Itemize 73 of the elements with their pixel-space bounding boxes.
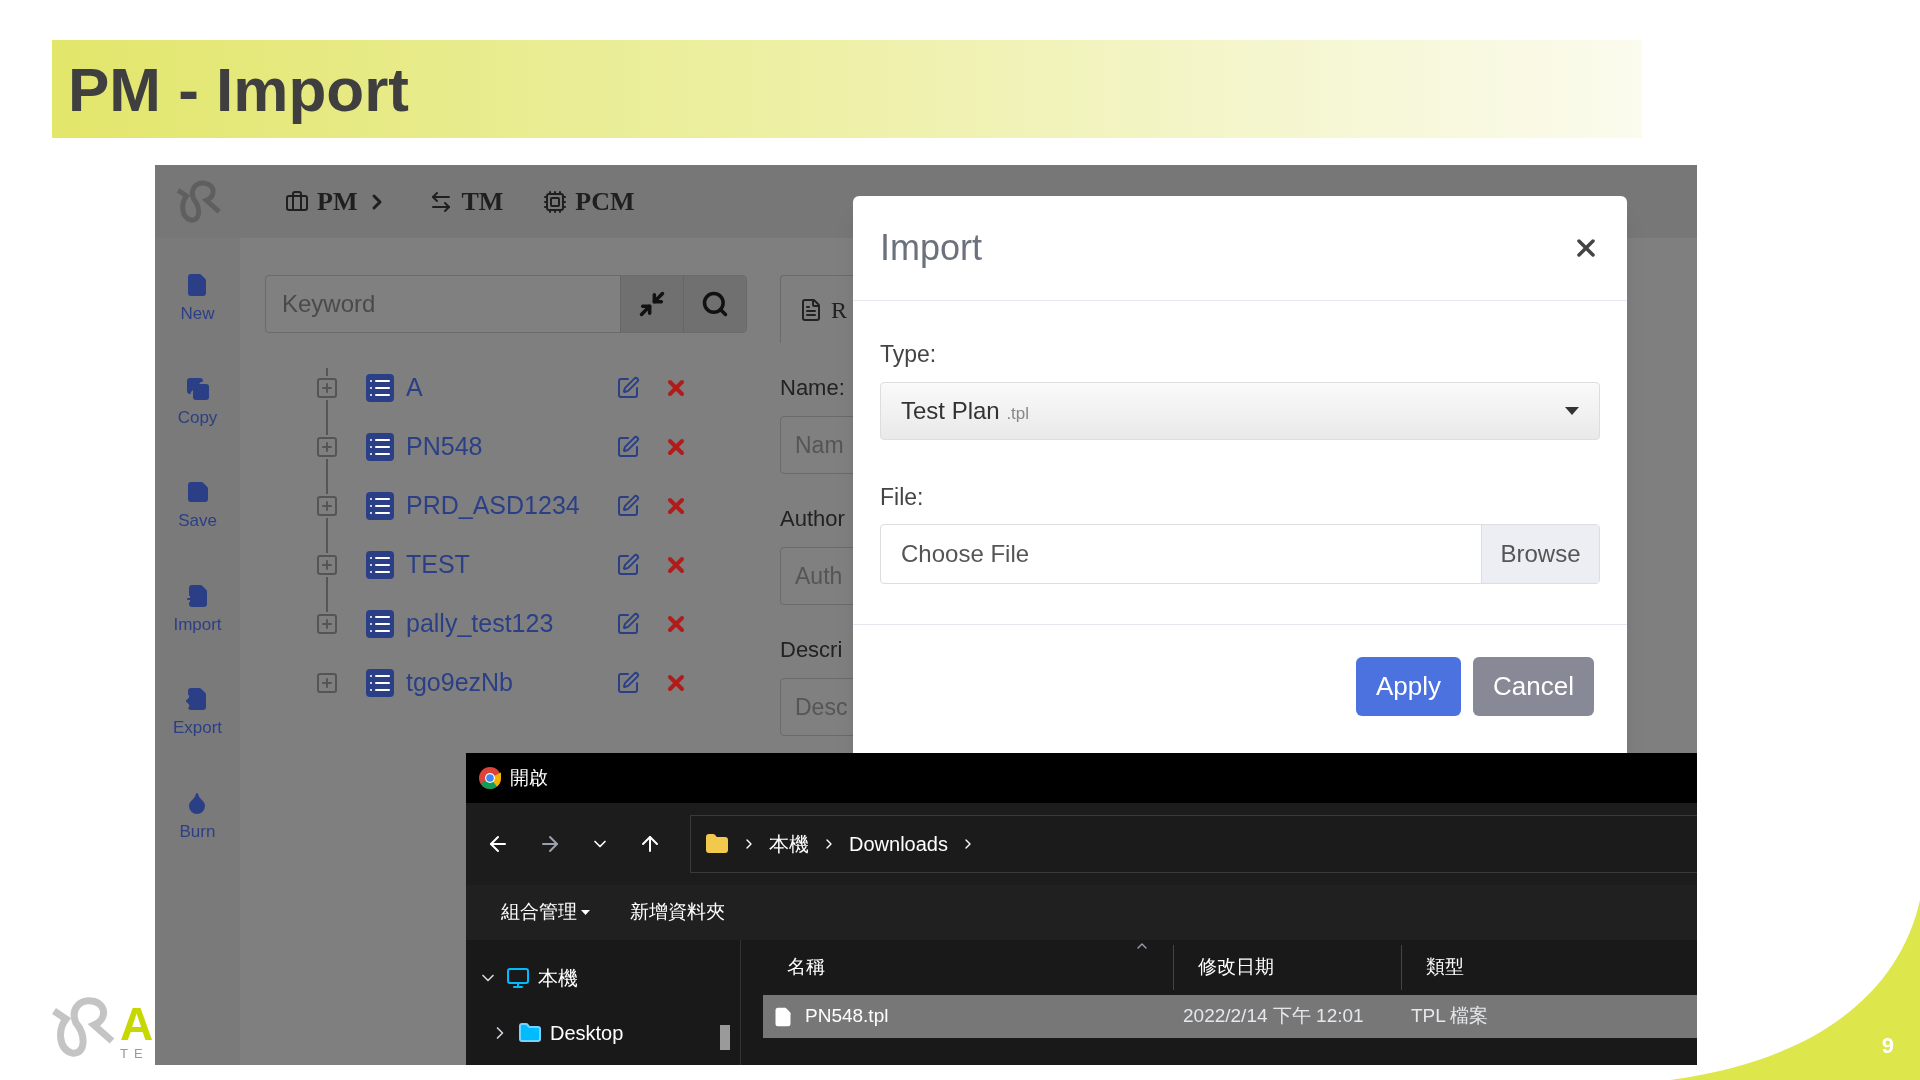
file-name: PN548.tpl	[805, 1004, 889, 1029]
file-row[interactable]: PN548.tpl 2022/2/14 下午 12:01 TPL 檔案	[763, 995, 1697, 1038]
scrollbar-thumb[interactable]	[720, 1025, 730, 1050]
search-button[interactable]	[683, 276, 746, 332]
toolbar-button[interactable]: 組合管理	[501, 898, 590, 927]
edit-icon[interactable]	[616, 611, 640, 636]
path-segment[interactable]: Downloads	[849, 829, 948, 859]
field-label: Author	[780, 505, 846, 533]
save-icon	[185, 480, 210, 504]
sidebar-button[interactable]: Export	[172, 687, 223, 741]
apply-button[interactable]: Apply	[1356, 657, 1462, 716]
logo-letter: A	[120, 1001, 154, 1047]
tree-item-label[interactable]: A	[406, 368, 616, 407]
field-label: Type:	[880, 341, 937, 367]
type-select[interactable]: Test Plan .tpl	[880, 381, 1600, 440]
edit-icon[interactable]	[616, 552, 640, 577]
field-label: Descri	[780, 636, 844, 664]
caret-down-icon	[1565, 406, 1579, 415]
file-type: TPL 檔案	[1410, 1004, 1489, 1029]
nav-menu-item[interactable]: TM	[429, 182, 504, 221]
collapse-icon	[638, 290, 666, 318]
browse-button[interactable]: Browse	[1481, 525, 1599, 583]
sidebar-button[interactable]: Copy	[177, 376, 218, 430]
edit-icon[interactable]	[616, 493, 640, 518]
page-number: 9	[1881, 1032, 1894, 1060]
monitor-icon	[506, 965, 530, 990]
edit-icon[interactable]	[616, 375, 640, 400]
file-field[interactable]: Choose File Browse	[880, 524, 1600, 584]
collapse-button[interactable]	[620, 276, 683, 332]
dialog-title: 開啟	[510, 765, 548, 790]
briefcase-icon	[285, 189, 309, 214]
sidebar-button[interactable]: Import	[173, 583, 222, 637]
address-bar[interactable]: 本機 Downloads	[690, 815, 1697, 873]
cancel-button[interactable]: Cancel	[1473, 657, 1594, 716]
sidebar-button[interactable]: New	[180, 273, 215, 327]
chip-icon	[543, 189, 568, 214]
browser-logo-icon	[478, 766, 502, 790]
dialog-title: Import	[880, 226, 983, 270]
tree-item-label[interactable]: PRD_ASD1234	[406, 486, 616, 525]
folder-icon	[705, 832, 729, 856]
field-label: File:	[880, 483, 924, 510]
toolbar-button[interactable]: 新增資料夾	[630, 898, 725, 927]
nav-tree-item[interactable]: Desktop	[550, 1017, 624, 1048]
file-date: 2022/2/14 下午 12:01	[1182, 1004, 1365, 1029]
edit-icon[interactable]	[616, 670, 640, 695]
nav-tree-item[interactable]: 本機	[538, 962, 578, 993]
nav-menu-item[interactable]: PCM	[543, 182, 635, 221]
expand-box-icon[interactable]	[315, 375, 339, 400]
file-icon	[773, 1006, 793, 1027]
sidebar-button[interactable]: Save	[178, 480, 217, 534]
tree-item-label[interactable]: PN548	[406, 427, 616, 466]
expand-box-icon[interactable]	[315, 611, 339, 636]
edit-icon[interactable]	[616, 434, 640, 459]
path-segment[interactable]: 本機	[769, 829, 809, 859]
logo-subtext: TE	[120, 1047, 150, 1060]
field-label: Name:	[780, 374, 846, 402]
column-header[interactable]: 類型	[1401, 945, 1697, 990]
expand-box-icon[interactable]	[315, 670, 339, 695]
column-header[interactable]: 修改日期	[1173, 945, 1401, 990]
sidebar-button[interactable]: Burn	[179, 790, 216, 844]
tree-item-label[interactable]: tgo9ezNb	[406, 663, 616, 702]
nav-menu-item[interactable]: PM	[285, 182, 390, 221]
tree-item-label[interactable]: pally_test123	[406, 604, 616, 643]
folder-icon	[518, 1020, 542, 1045]
search-icon	[701, 290, 729, 318]
expand-box-icon[interactable]	[315, 434, 339, 459]
expand-box-icon[interactable]	[315, 493, 339, 518]
copy-icon	[185, 376, 210, 401]
column-header[interactable]: 名稱	[763, 945, 1173, 990]
slide-title: PM - Import	[68, 53, 409, 126]
import-icon	[185, 583, 210, 608]
expand-box-icon[interactable]	[315, 552, 339, 577]
tree-item-label[interactable]: TEST	[406, 545, 616, 584]
